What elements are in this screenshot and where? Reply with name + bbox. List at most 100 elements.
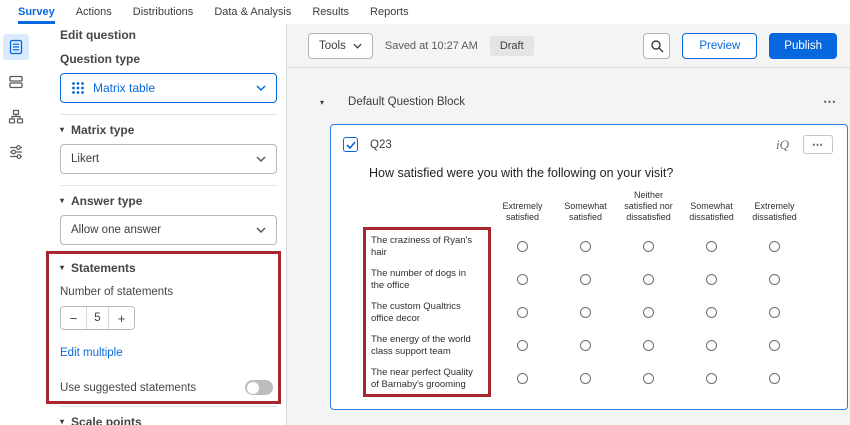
preview-button[interactable]: Preview (682, 33, 757, 59)
nav-tab-survey[interactable]: Survey (18, 0, 55, 24)
radio-cell (743, 340, 806, 351)
block-title: Default Question Block (348, 96, 465, 108)
matrix-type-value: Likert (71, 153, 99, 165)
nav-tab-actions[interactable]: Actions (76, 0, 112, 24)
matrix-row: The number of dogs in the office (369, 263, 806, 296)
radio-cell (617, 307, 680, 318)
divider (60, 406, 277, 407)
iq-badge[interactable]: iQ (776, 137, 789, 153)
blocks-icon[interactable] (3, 69, 29, 95)
radio-button[interactable] (643, 241, 654, 252)
radio-button[interactable] (769, 340, 780, 351)
radio-button[interactable] (769, 274, 780, 285)
suggested-statements-row: Use suggested statements (60, 380, 277, 395)
nav-tab-reports[interactable]: Reports (370, 0, 409, 24)
matrix-rows: The craziness of Ryan's hair The number … (369, 230, 806, 395)
nav-tab-distributions[interactable]: Distributions (133, 0, 194, 24)
scale-points-section-header[interactable]: ▾ Scale points (60, 415, 277, 425)
radio-button[interactable] (769, 307, 780, 318)
radio-cell (491, 274, 554, 285)
radio-button[interactable] (643, 373, 654, 384)
radio-button[interactable] (706, 307, 717, 318)
question-type-dropdown[interactable]: Matrix table (60, 73, 277, 103)
statement-count-value: 5 (86, 307, 109, 329)
use-suggested-statements-toggle[interactable] (245, 380, 273, 395)
radio-cell (554, 307, 617, 318)
caret-down-icon[interactable]: ▾ (320, 98, 324, 107)
radio-button[interactable] (580, 373, 591, 384)
answer-type-section-header[interactable]: ▾ Answer type (60, 194, 277, 208)
statement-label[interactable]: The custom Qualtrics office decor (369, 297, 491, 328)
question-menu-button[interactable]: ⋯ (803, 135, 833, 154)
scale-points-label: Scale points (71, 415, 142, 425)
statements-section-header[interactable]: ▾ Statements (60, 261, 277, 275)
block-menu-button[interactable]: ⋯ (823, 94, 837, 110)
matrix-column-header: Extremely satisfied (491, 201, 554, 230)
radio-cell (680, 340, 743, 351)
radio-button[interactable] (517, 307, 528, 318)
nav-tab-results[interactable]: Results (312, 0, 349, 24)
radio-button[interactable] (517, 373, 528, 384)
radio-button[interactable] (580, 340, 591, 351)
radio-button[interactable] (769, 241, 780, 252)
decrease-statements-button[interactable]: − (61, 307, 86, 329)
panel-title: Edit question (60, 28, 277, 42)
survey-builder-icon[interactable] (3, 34, 29, 60)
radio-button[interactable] (706, 241, 717, 252)
search-button[interactable] (643, 33, 670, 59)
matrix-type-dropdown[interactable]: Likert (60, 144, 277, 174)
answer-type-dropdown[interactable]: Allow one answer (60, 215, 277, 245)
question-text[interactable]: How satisfied were you with the followin… (369, 166, 835, 180)
survey-canvas: ▾ Default Question Block ⋯ Q23 iQ ⋯ (287, 68, 850, 425)
question-checkbox[interactable] (343, 137, 358, 152)
survey-options-icon[interactable] (3, 139, 29, 165)
main-row: Edit question Question type Matrix table… (0, 24, 850, 425)
radio-cell (743, 241, 806, 252)
radio-cell (554, 241, 617, 252)
matrix-type-section-header[interactable]: ▾ Matrix type (60, 123, 277, 137)
radio-cell (680, 373, 743, 384)
radio-button[interactable] (580, 307, 591, 318)
nav-tab-data-analysis[interactable]: Data & Analysis (214, 0, 291, 24)
publish-button[interactable]: Publish (769, 33, 837, 59)
radio-button[interactable] (706, 274, 717, 285)
tools-button[interactable]: Tools (308, 33, 373, 59)
radio-button[interactable] (517, 340, 528, 351)
radio-button[interactable] (517, 241, 528, 252)
radio-button[interactable] (643, 307, 654, 318)
save-status-text: Saved at 10:27 AM (385, 40, 478, 52)
radio-button[interactable] (769, 373, 780, 384)
matrix-table: Extremely satisfied Somewhat satisfied N… (369, 190, 806, 395)
matrix-column-header: Somewhat dissatisfied (680, 201, 743, 230)
radio-button[interactable] (580, 241, 591, 252)
increase-statements-button[interactable]: + (109, 307, 134, 329)
radio-cell (680, 241, 743, 252)
radio-cell (491, 340, 554, 351)
answer-type-value: Allow one answer (71, 224, 161, 236)
radio-button[interactable] (580, 274, 591, 285)
radio-cell (554, 340, 617, 351)
statement-label[interactable]: The near perfect Quality of Barnaby's gr… (369, 363, 491, 394)
statement-label[interactable]: The energy of the world class support te… (369, 330, 491, 361)
matrix-row: The energy of the world class support te… (369, 329, 806, 362)
radio-cell (554, 274, 617, 285)
radio-cell (743, 307, 806, 318)
radio-button[interactable] (706, 340, 717, 351)
edit-multiple-link[interactable]: Edit multiple (60, 347, 277, 359)
toggle-knob (247, 382, 259, 394)
question-type-label: Question type (60, 52, 277, 66)
radio-button[interactable] (643, 274, 654, 285)
caret-down-icon: ▾ (60, 194, 64, 208)
matrix-row: The custom Qualtrics office decor (369, 296, 806, 329)
radio-button[interactable] (643, 340, 654, 351)
radio-button[interactable] (517, 274, 528, 285)
radio-button[interactable] (706, 373, 717, 384)
question-id: Q23 (370, 139, 392, 151)
matrix-header-row: Extremely satisfied Somewhat satisfied N… (369, 190, 806, 230)
question-card[interactable]: Q23 iQ ⋯ How satisfied were you with the… (330, 124, 848, 410)
statement-label[interactable]: The craziness of Ryan's hair (369, 231, 491, 262)
radio-cell (491, 373, 554, 384)
statement-label[interactable]: The number of dogs in the office (369, 264, 491, 295)
survey-flow-icon[interactable] (3, 104, 29, 130)
matrix-table-icon (71, 81, 85, 95)
